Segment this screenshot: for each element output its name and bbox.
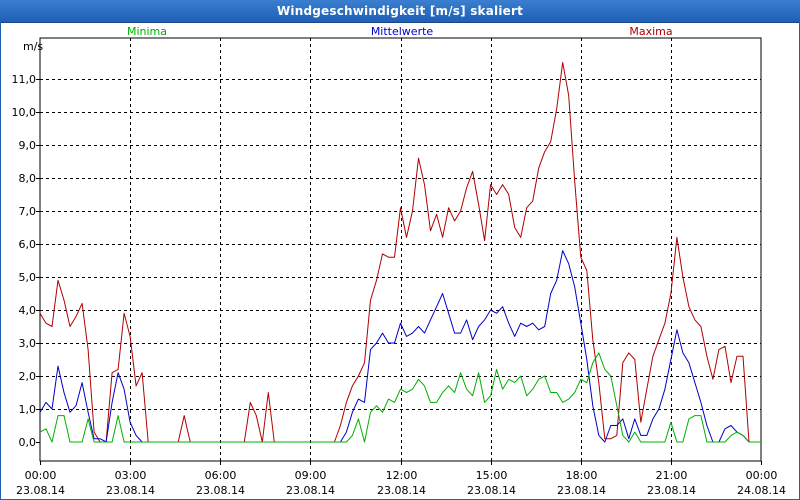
y-tick-label: 4,0 xyxy=(19,304,37,317)
y-tick-label: 11,0 xyxy=(12,73,37,86)
x-tick-time: 00:00 xyxy=(746,469,778,482)
x-axis-ticks: 00:00 23.08.14 03:00 23.08.14 06:00 23.08.14 0… xyxy=(16,461,786,497)
x-tick-date: 23.08.14 xyxy=(286,484,335,497)
y-tick-label: 2,0 xyxy=(19,370,37,383)
x-tick-time: 12:00 xyxy=(386,469,418,482)
legend-maxima: Maxima xyxy=(629,25,672,38)
x-tick-date: 24.08.14 xyxy=(737,484,786,497)
y-axis-label: m/s xyxy=(23,40,43,53)
y-tick-label: 7,0 xyxy=(19,205,37,218)
plot-area xyxy=(39,37,762,462)
x-tick-date: 23.08.14 xyxy=(377,484,426,497)
x-tick-date: 23.08.14 xyxy=(467,484,516,497)
x-tick-date: 23.08.14 xyxy=(106,484,155,497)
x-tick-time: 09:00 xyxy=(295,469,327,482)
y-axis-ticks: 0,0 1,0 2,0 3,0 4,0 5,0 6,0 7,0 8,0 9,0 10,0 11,0 xyxy=(12,73,40,449)
legend-mittelwerte: Mittelwerte xyxy=(371,25,434,38)
y-tick-label: 0,0 xyxy=(19,436,37,449)
y-tick-label: 5,0 xyxy=(19,271,37,284)
legend-minima: Minima xyxy=(127,25,167,38)
y-tick-label: 1,0 xyxy=(19,403,37,416)
y-tick-label: 3,0 xyxy=(19,337,37,350)
x-tick-date: 23.08.14 xyxy=(647,484,696,497)
legend: Minima Mittelwerte Maxima xyxy=(127,25,673,38)
x-tick-time: 15:00 xyxy=(476,469,508,482)
y-tick-label: 10,0 xyxy=(12,106,37,119)
x-tick-time: 00:00 xyxy=(25,469,57,482)
x-tick-time: 06:00 xyxy=(205,469,237,482)
x-tick-time: 18:00 xyxy=(566,469,598,482)
x-tick-date: 23.08.14 xyxy=(16,484,65,497)
x-tick-time: 03:00 xyxy=(115,469,147,482)
line-chart: 0,0 1,0 2,0 3,0 4,0 5,0 6,0 7,0 8,0 9,0 10,0 11,0 0… xyxy=(12,25,786,497)
y-tick-label: 8,0 xyxy=(19,172,37,185)
y-tick-label: 6,0 xyxy=(19,238,37,251)
x-tick-date: 23.08.14 xyxy=(557,484,606,497)
y-tick-label: 9,0 xyxy=(19,139,37,152)
x-tick-date: 23.08.14 xyxy=(196,484,245,497)
x-tick-time: 21:00 xyxy=(656,469,688,482)
